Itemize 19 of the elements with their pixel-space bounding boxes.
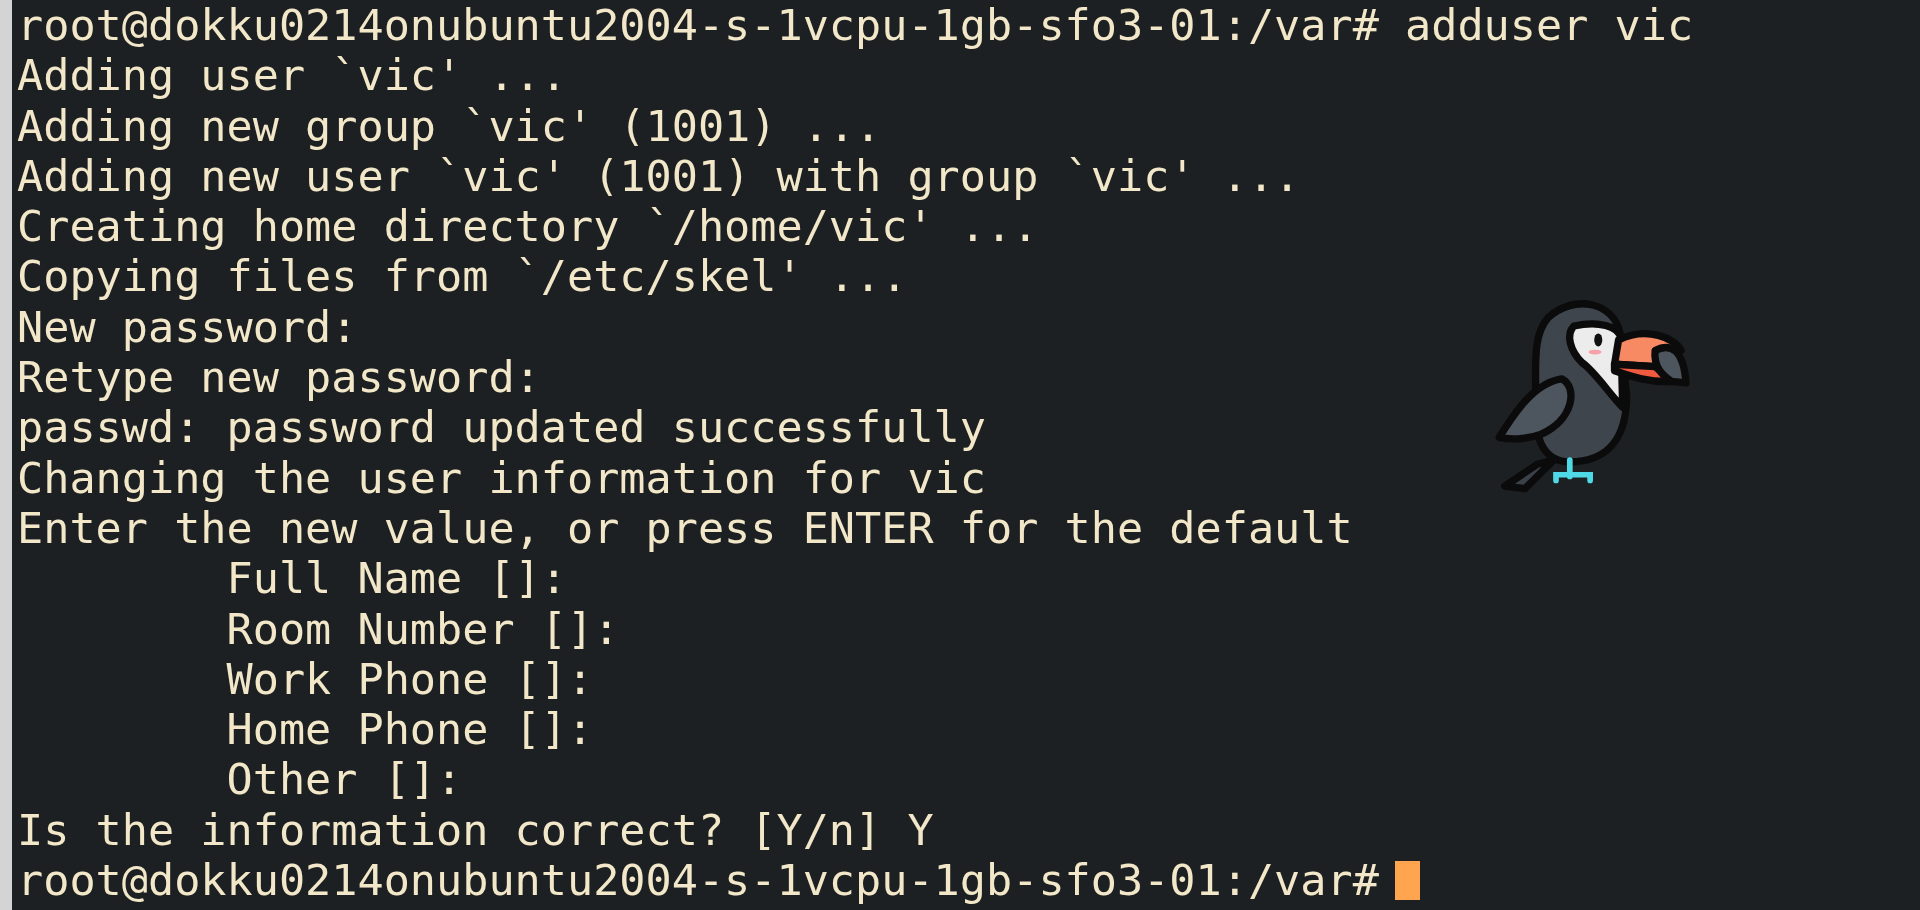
output-line: Adding user `vic' ...	[17, 50, 567, 101]
output-line: Copying files from `/etc/skel' ...	[17, 251, 908, 302]
output-line: Is the information correct? [Y/n] Y	[17, 804, 934, 856]
output-line: Room Number []:	[226, 603, 620, 654]
output-line: Adding new user `vic' (1001) with group `vic' ...	[17, 150, 1301, 202]
shell-prompt: root@dokku0214onubuntu2004-s-1vcpu-1gb-sfo3-01:/var#	[17, 0, 1379, 51]
output-line: New password:	[17, 301, 358, 353]
output-line: Retype new password:	[17, 352, 541, 403]
output-line: Work Phone []:	[226, 653, 594, 705]
output-line: Home Phone []:	[226, 704, 594, 755]
output-line: passwd: password updated successfully	[17, 402, 986, 453]
output-line: Enter the new value, or press ENTER for the default	[17, 502, 1353, 554]
output-line: Other []:	[226, 754, 463, 805]
output-line: Adding new group `vic' (1001) ...	[17, 100, 882, 151]
shell-prompt: root@dokku0214onubuntu2004-s-1vcpu-1gb-sfo3-01:/var#	[17, 855, 1379, 906]
output-line: Creating home directory `/home/vic' ...	[17, 201, 1039, 252]
output-line: Changing the user information for vic	[17, 452, 986, 503]
command-text: adduser vic	[1405, 0, 1694, 51]
output-line: Full Name []:	[226, 553, 567, 604]
